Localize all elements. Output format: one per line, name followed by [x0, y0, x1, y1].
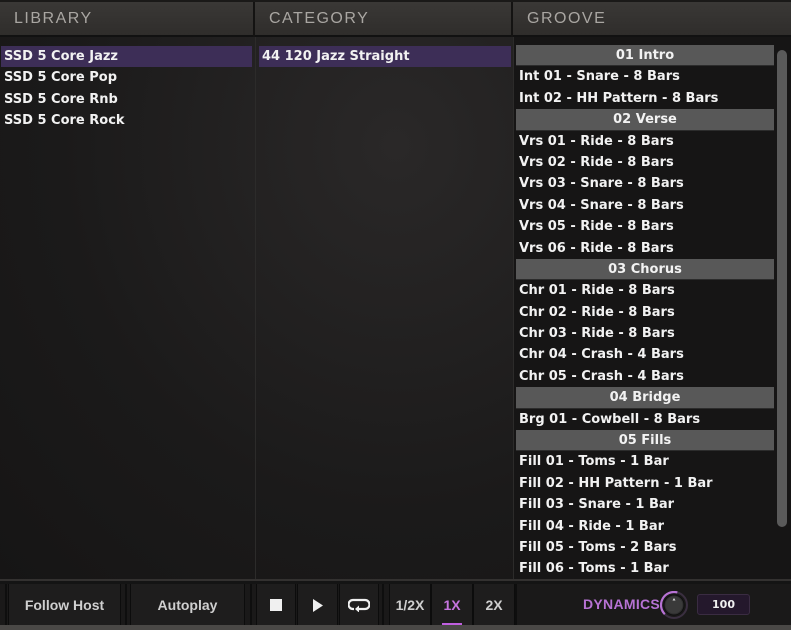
groove-item[interactable]: Vrs 05 - Ride - 8 Bars	[516, 216, 774, 237]
groove-item[interactable]: Fill 06 - Toms - 1 Bar	[516, 558, 774, 579]
stop-button[interactable]	[256, 584, 296, 626]
groove-item[interactable]: Fill 03 - Snare - 1 Bar	[516, 494, 774, 515]
groove-item[interactable]: Fill 05 - Toms - 2 Bars	[516, 537, 774, 558]
speed-half-button[interactable]: 1/2X	[389, 584, 431, 626]
groove-item[interactable]: Fill 02 - HH Pattern - 1 Bar	[516, 473, 774, 494]
stop-icon	[270, 599, 282, 611]
groove-item[interactable]: Fill 04 - Ride - 1 Bar	[516, 516, 774, 537]
speed-1x-label: 1X	[443, 597, 461, 613]
groove-item[interactable]: Chr 03 - Ride - 8 Bars	[516, 323, 774, 344]
category-column-header: CATEGORY	[255, 2, 513, 37]
follow-host-button[interactable]: Follow Host	[8, 584, 121, 626]
play-button[interactable]	[297, 584, 338, 626]
groove-section-header: 05 Fills	[516, 430, 774, 452]
dynamics-label: DYNAMICS	[583, 596, 661, 612]
speed-1x-button[interactable]: 1X	[431, 584, 473, 626]
play-icon	[312, 598, 323, 612]
speed-2x-label: 2X	[485, 597, 503, 613]
groove-item[interactable]: Vrs 03 - Snare - 8 Bars	[516, 173, 774, 194]
groove-item[interactable]: Chr 04 - Crash - 4 Bars	[516, 344, 774, 365]
groove-item[interactable]: Vrs 02 - Ride - 8 Bars	[516, 152, 774, 173]
separator	[125, 584, 127, 626]
groove-section-header: 02 Verse	[516, 109, 774, 131]
groove-item[interactable]: Fill 01 - Toms - 1 Bar	[516, 451, 774, 472]
library-item[interactable]: SSD 5 Core Jazz	[1, 46, 252, 68]
transport-bar: Follow Host Autoplay 1/2X 1X 2X DYNAMICS…	[0, 579, 791, 630]
groove-column-header: GROOVE	[513, 2, 791, 37]
dynamics-value-field[interactable]: 100	[697, 594, 750, 615]
groove-item[interactable]: Vrs 01 - Ride - 8 Bars	[516, 131, 774, 152]
speed-2x-button[interactable]: 2X	[473, 584, 515, 626]
category-list: 44 120 Jazz Straight	[259, 46, 511, 68]
groove-item[interactable]: Chr 05 - Crash - 4 Bars	[516, 366, 774, 387]
groove-item[interactable]: Chr 02 - Ride - 8 Bars	[516, 302, 774, 323]
library-item[interactable]: SSD 5 Core Rnb	[1, 89, 252, 110]
speed-half-label: 1/2X	[395, 597, 425, 613]
library-column-header: LIBRARY	[0, 2, 255, 37]
dynamics-knob[interactable]	[660, 591, 688, 619]
category-pane: 44 120 Jazz Straight	[255, 37, 513, 579]
groove-item[interactable]: Vrs 06 - Ride - 8 Bars	[516, 238, 774, 259]
groove-scrollbar-thumb[interactable]	[777, 50, 787, 527]
groove-pane: 01 Intro Int 01 - Snare - 8 Bars Int 02 - …	[513, 37, 791, 579]
library-list: SSD 5 Core Jazz SSD 5 Core Pop SSD 5 Core …	[1, 46, 252, 132]
library-item[interactable]: SSD 5 Core Pop	[1, 67, 252, 88]
groove-section-header: 03 Chorus	[516, 258, 774, 281]
groove-item[interactable]: Vrs 04 - Snare - 8 Bars	[516, 195, 774, 216]
category-item[interactable]: 44 120 Jazz Straight	[259, 46, 511, 68]
loop-button[interactable]	[339, 584, 379, 626]
footer-bottom-edge	[0, 625, 791, 630]
groove-scrollbar[interactable]	[777, 46, 788, 576]
category-title: CATEGORY	[269, 10, 370, 27]
library-title: LIBRARY	[14, 10, 93, 27]
separator	[250, 584, 252, 626]
separator	[515, 584, 517, 626]
separator	[5, 584, 7, 626]
groove-section-header: 04 Bridge	[516, 387, 774, 409]
library-item[interactable]: SSD 5 Core Rock	[1, 110, 252, 131]
separator	[382, 584, 384, 626]
groove-item[interactable]: Int 02 - HH Pattern - 8 Bars	[516, 88, 774, 109]
groove-item[interactable]: Int 01 - Snare - 8 Bars	[516, 66, 774, 87]
groove-item[interactable]: Brg 01 - Cowbell - 8 Bars	[516, 409, 774, 430]
browser-content: SSD 5 Core Jazz SSD 5 Core Pop SSD 5 Core …	[0, 37, 791, 579]
column-header-bar: LIBRARY CATEGORY GROOVE	[0, 0, 791, 37]
groove-list: 01 Intro Int 01 - Snare - 8 Bars Int 02 - …	[516, 45, 774, 580]
groove-item[interactable]: Chr 01 - Ride - 8 Bars	[516, 280, 774, 301]
groove-section-header: 01 Intro	[516, 45, 774, 67]
autoplay-button[interactable]: Autoplay	[130, 584, 245, 626]
groove-title: GROOVE	[527, 10, 607, 27]
library-pane: SSD 5 Core Jazz SSD 5 Core Pop SSD 5 Core …	[0, 37, 255, 579]
loop-icon	[348, 598, 370, 612]
